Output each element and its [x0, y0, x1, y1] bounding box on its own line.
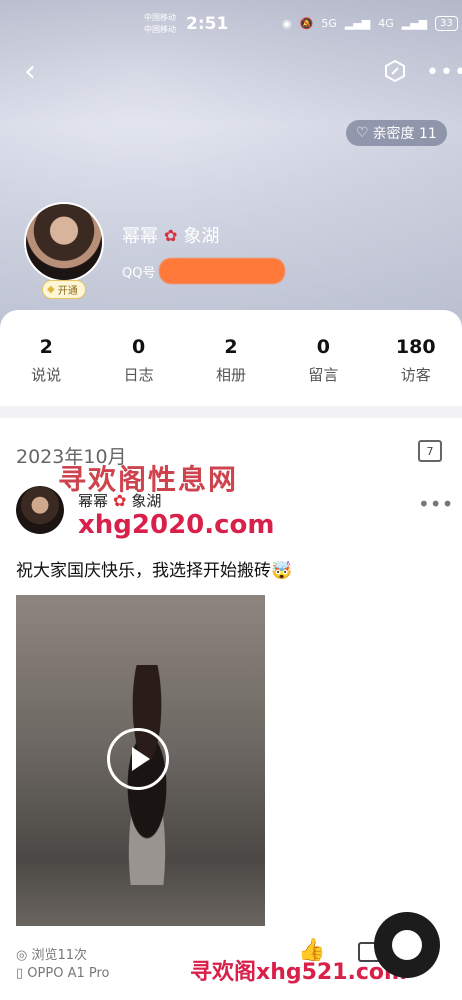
- intimacy-badge[interactable]: ♡ 亲密度 11: [346, 120, 447, 146]
- post-video[interactable]: [16, 595, 265, 926]
- eye-icon: ◉: [282, 17, 292, 30]
- calendar-icon[interactable]: 7: [418, 440, 442, 462]
- mascot-face-icon: [392, 930, 422, 960]
- qq-number-row: QQ号: [122, 258, 286, 284]
- phone-icon: ▯: [16, 966, 24, 981]
- diamond-icon: ◆: [47, 284, 55, 295]
- flower-icon: ✿: [113, 491, 127, 510]
- status-bar: 中国移动 中国移动 2:51 ◉ 🔕 5G ▂▄▆ 4G ▂▄▆ 33: [0, 0, 462, 44]
- feed: 2023年10月 7 寻欢阁性息网 幂幂 ✿ 象湖 xhg2020.com ••…: [0, 418, 462, 1000]
- vip-label: 开通: [57, 286, 78, 297]
- qq-label: QQ号: [122, 265, 156, 281]
- signal-icon: ▂▄▆: [344, 17, 371, 30]
- battery-indicator: 33: [435, 16, 458, 31]
- play-icon[interactable]: [107, 728, 169, 790]
- post-author-right: 象湖: [131, 492, 162, 510]
- back-button[interactable]: ‹: [24, 56, 36, 88]
- stat-message[interactable]: 0 留言: [288, 336, 358, 406]
- carrier-label: 中国移动 中国移动: [144, 13, 176, 34]
- vip-badge[interactable]: ◆ 开通: [42, 280, 86, 299]
- profile-name-left: 幂幂: [122, 226, 158, 247]
- post-more-icon[interactable]: •••: [418, 492, 453, 516]
- profile-name-right: 象湖: [183, 226, 220, 247]
- device-label: ▯ OPPO A1 Pro: [16, 966, 110, 981]
- section-divider: [0, 406, 462, 418]
- hexagon-icon[interactable]: [384, 60, 406, 82]
- post-author[interactable]: 幂幂 ✿ 象湖: [78, 490, 161, 511]
- signal-icon-2: ▂▄▆: [401, 17, 428, 30]
- watermark-mid: xhg2020.com: [78, 510, 275, 540]
- heart-icon: ♡: [356, 125, 369, 141]
- flower-icon: ✿: [164, 225, 178, 245]
- mute-icon: 🔕: [299, 17, 314, 30]
- profile-cover: [0, 0, 462, 360]
- view-count: ◎ 浏览11次: [16, 948, 88, 963]
- watermark-bottom: 寻欢阁xhg521.com: [190, 960, 407, 985]
- profile-avatar[interactable]: [24, 202, 104, 282]
- signal-5g: 5G: [321, 17, 337, 30]
- signal-4g: 4G: [378, 17, 394, 30]
- eye-icon: ◎: [16, 948, 28, 963]
- post-author-left: 幂幂: [78, 492, 109, 510]
- stat-album[interactable]: 2 相册: [196, 336, 266, 406]
- clock: 2:51: [186, 14, 229, 34]
- stat-shuoshuo[interactable]: 2 说说: [11, 336, 81, 406]
- redacted-qq-number: [159, 258, 286, 284]
- intimacy-label: 亲密度 11: [372, 126, 437, 142]
- floating-mascot-button[interactable]: [374, 912, 440, 978]
- more-options-icon[interactable]: •••: [426, 60, 462, 85]
- profile-name: 幂幂 ✿ 象湖: [122, 222, 219, 248]
- post-text: 祝大家国庆快乐，我选择开始搬砖🤯: [16, 561, 293, 581]
- status-icons: ◉ 🔕 5G ▂▄▆ 4G ▂▄▆ 33: [282, 16, 458, 31]
- stat-blog[interactable]: 0 日志: [104, 336, 174, 406]
- post-avatar[interactable]: [16, 486, 64, 534]
- stats-bar: 2 说说 0 日志 2 相册 0 留言 180 访客: [0, 310, 462, 406]
- stat-visitors[interactable]: 180 访客: [381, 336, 451, 406]
